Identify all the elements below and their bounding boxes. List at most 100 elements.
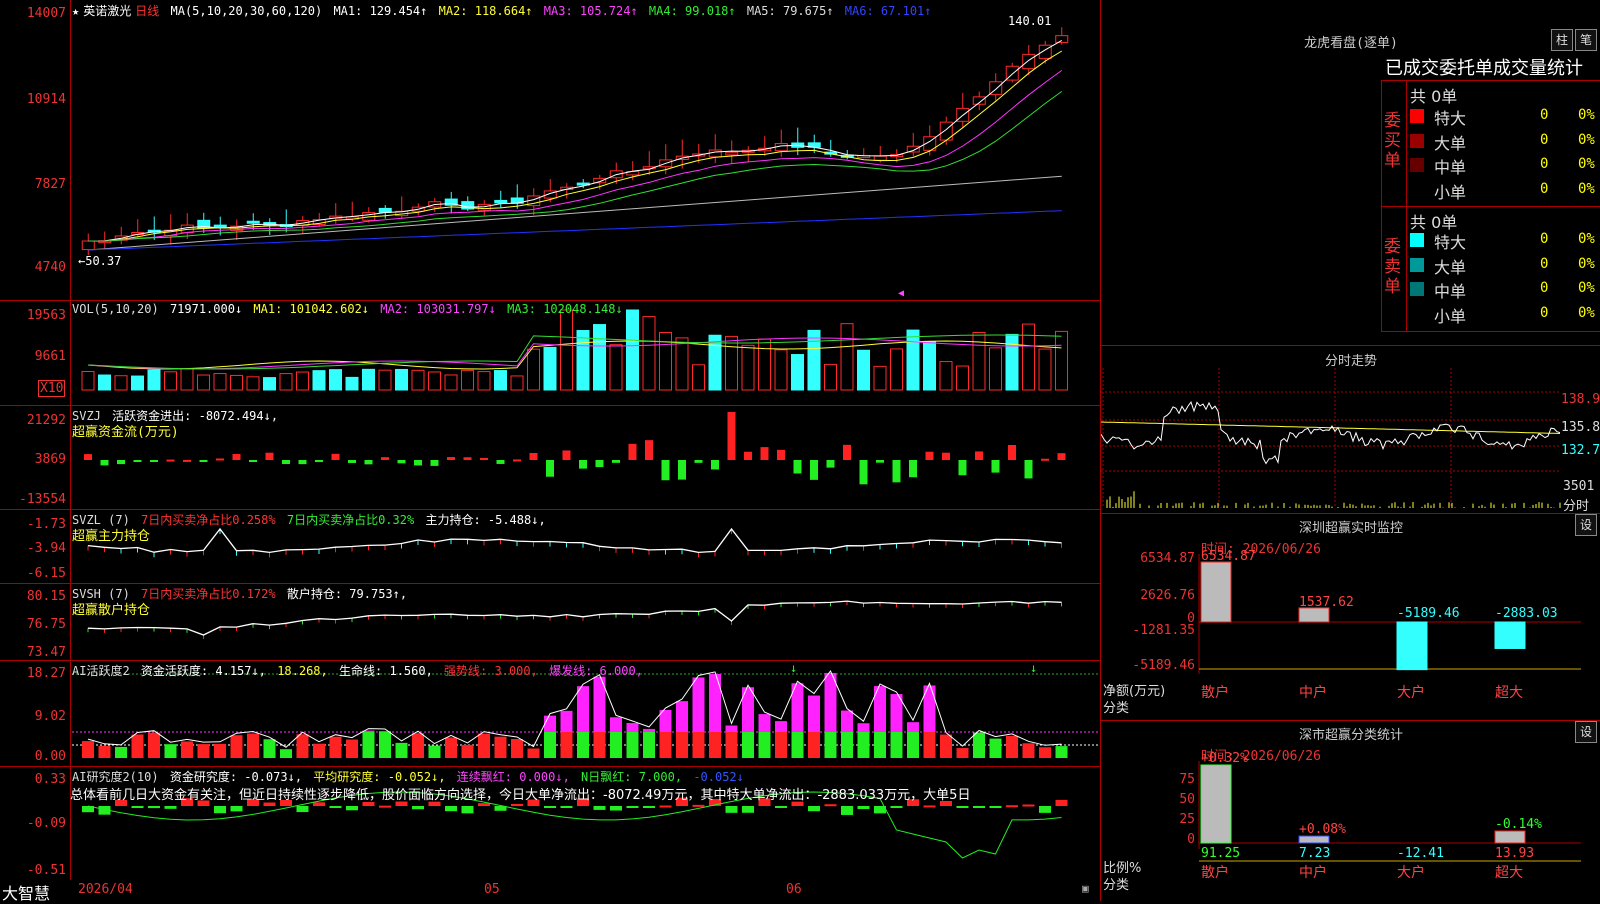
activity-bar xyxy=(428,745,441,758)
ai-research-avg: 平均研究度: -0.052↓, xyxy=(313,770,446,784)
fund-flow-bar xyxy=(628,443,637,460)
activity-bar xyxy=(577,686,589,732)
intraday-price-label: 138.9 xyxy=(1561,392,1600,407)
intraday-chart[interactable] xyxy=(1101,346,1600,514)
research-bar xyxy=(346,806,358,811)
activity-bar xyxy=(511,739,523,758)
fund-flow-bar xyxy=(331,453,340,460)
order-size-label: 小单 xyxy=(1434,182,1467,202)
activity-bar xyxy=(577,732,589,758)
svsh-subtitle: 超赢散户持仓 xyxy=(72,603,151,618)
fund-flow-bar xyxy=(975,451,983,460)
fund-flow-bar xyxy=(942,452,950,460)
fund-flow-bar xyxy=(711,460,719,470)
bar-view-button[interactable]: 柱 xyxy=(1551,29,1573,51)
order-pct: 0% xyxy=(1578,255,1595,272)
volume-bar xyxy=(758,338,771,391)
order-stat-row: 小单 0 0% xyxy=(1410,179,1600,202)
candle xyxy=(725,151,739,156)
ai-research-n-red: N日飘红: 7.000, xyxy=(581,770,683,784)
activity-bar xyxy=(725,725,738,732)
activity-bar xyxy=(626,732,639,758)
ai-active-strong: 强势线: 3.000, xyxy=(444,664,538,678)
lock-icon[interactable]: ▣ xyxy=(1082,882,1089,895)
tick-view-button[interactable]: 笔 xyxy=(1575,29,1597,51)
candle xyxy=(378,207,392,213)
holding-line xyxy=(87,527,1062,554)
sz-monitor-panel[interactable]: 深圳超赢实时监控 设 时间: 2026/06/26 6534.87 2626.76… xyxy=(1100,513,1600,721)
activity-bar xyxy=(676,701,688,732)
order-pct: 0% xyxy=(1578,180,1595,197)
volume-bar xyxy=(428,371,441,391)
activity-bar xyxy=(709,673,721,732)
activity-bar xyxy=(1055,746,1068,758)
fund-flow-bar xyxy=(760,447,769,460)
fund-flow-bar xyxy=(1008,445,1016,460)
svzj-panel[interactable]: 21292 3869 -13554 SVZJ 活跃资金进出: -8072.494… xyxy=(0,405,1100,510)
net-flow-bar xyxy=(1494,621,1526,649)
activity-bar xyxy=(610,732,622,758)
ai-research-fund: 资金研究度: -0.073↓, xyxy=(169,770,303,784)
activity-bar xyxy=(461,744,474,758)
intraday-panel[interactable]: 分时走势 138.9 135.8 132.7 3501 分时 xyxy=(1100,345,1600,514)
candlestick-chart[interactable] xyxy=(0,0,1100,300)
research-bar xyxy=(148,806,160,809)
activity-bar xyxy=(709,732,721,758)
ratio-change-label: +0.08% xyxy=(1299,822,1346,837)
research-bar xyxy=(445,806,457,812)
activity-bar xyxy=(329,736,342,758)
category-label: 超大 xyxy=(1495,685,1523,701)
research-bar xyxy=(973,806,985,808)
fund-flow-bar xyxy=(265,452,274,460)
volume-bar xyxy=(378,369,392,391)
net-flow-bar xyxy=(1298,607,1330,623)
brand-label[interactable]: 大智慧 xyxy=(2,880,50,904)
volume-bar xyxy=(890,348,903,391)
order-count: 0 xyxy=(1540,156,1549,172)
volume-bar xyxy=(461,369,474,391)
sz-stats-panel[interactable]: 深市超赢分类统计 设 时间: 2026/06/26 75 50 25 0 +0.32% 9… xyxy=(1100,720,1600,901)
sz-monitor-chart[interactable]: 6534.872626.760-1281.35-5189.466534.87散户… xyxy=(1101,514,1600,721)
fund-flow-bar xyxy=(529,452,538,460)
activity-bar xyxy=(98,745,111,758)
stock-name[interactable]: 英诺激光 xyxy=(83,4,131,18)
order-count: 0 xyxy=(1540,107,1549,123)
volume-bar xyxy=(725,335,738,391)
order-stat-row: 中单 0 0% xyxy=(1410,154,1600,177)
order-count: 0 xyxy=(1540,231,1549,247)
fund-flow-bar xyxy=(958,460,967,476)
activity-bar xyxy=(148,732,160,758)
volume-bar xyxy=(114,375,128,391)
kline-panel[interactable]: 14007 10914 7827 4740 ★ 英诺激光 日线 MA(5,10,20… xyxy=(0,0,1100,301)
order-stat-row: 特大 0 0% xyxy=(1410,229,1600,252)
svsh-holding: 散户持仓: 79.753↑, xyxy=(286,587,408,601)
activity-bar xyxy=(263,739,276,758)
fund-flow-bar xyxy=(744,451,752,460)
sell-side-label: 委卖单 xyxy=(1384,237,1401,297)
svzl-panel[interactable]: -1.73 -3.94 -6.15 SVZL (7) 7日内买卖净占比0.258… xyxy=(0,509,1100,584)
activity-bar xyxy=(379,732,391,758)
cursor-marker-icon: ◀ xyxy=(898,288,905,299)
activity-bar xyxy=(907,732,919,758)
volume-panel[interactable]: 19563 9661 X10 VOL(5,10,20) 71971.000↓ M… xyxy=(0,300,1100,406)
net-flow-bar xyxy=(1396,621,1428,671)
volume-bar xyxy=(279,373,293,391)
sz-stats-chart[interactable]: 75 50 25 0 +0.32% 91.25 散户 +0.08% 7.23 中户 -12.41 大户… xyxy=(1101,721,1600,901)
ai-research-panel[interactable]: 0.33 -0.09 -0.51 AI研究度2(10) 资金研究度: -0.07… xyxy=(0,766,1100,881)
ratio-value-label: 91.25 xyxy=(1201,846,1240,861)
fund-flow-bar xyxy=(925,451,934,460)
bar-value-label: 1537.62 xyxy=(1299,595,1354,610)
order-pct: 0% xyxy=(1578,107,1595,123)
research-bar xyxy=(643,806,655,808)
activity-bar xyxy=(791,732,804,758)
y-tick-label: -5189.46 xyxy=(1132,658,1195,673)
color-swatch xyxy=(1410,182,1424,197)
candle xyxy=(246,220,260,224)
period-label[interactable]: 日线 xyxy=(135,4,159,18)
activity-bar xyxy=(412,733,424,758)
volume-bar xyxy=(906,329,920,391)
ai-active-panel[interactable]: 18.27 9.02 0.00 ↓ ↓ AI活跃度2 资金活跃度: 4.157↓,… xyxy=(0,660,1100,767)
volume-bar xyxy=(626,309,639,391)
svsh-panel[interactable]: 80.15 76.75 73.47 SVSH (7) 7日内买卖净占比0.172… xyxy=(0,583,1100,661)
star-icon[interactable]: ★ xyxy=(72,4,79,18)
